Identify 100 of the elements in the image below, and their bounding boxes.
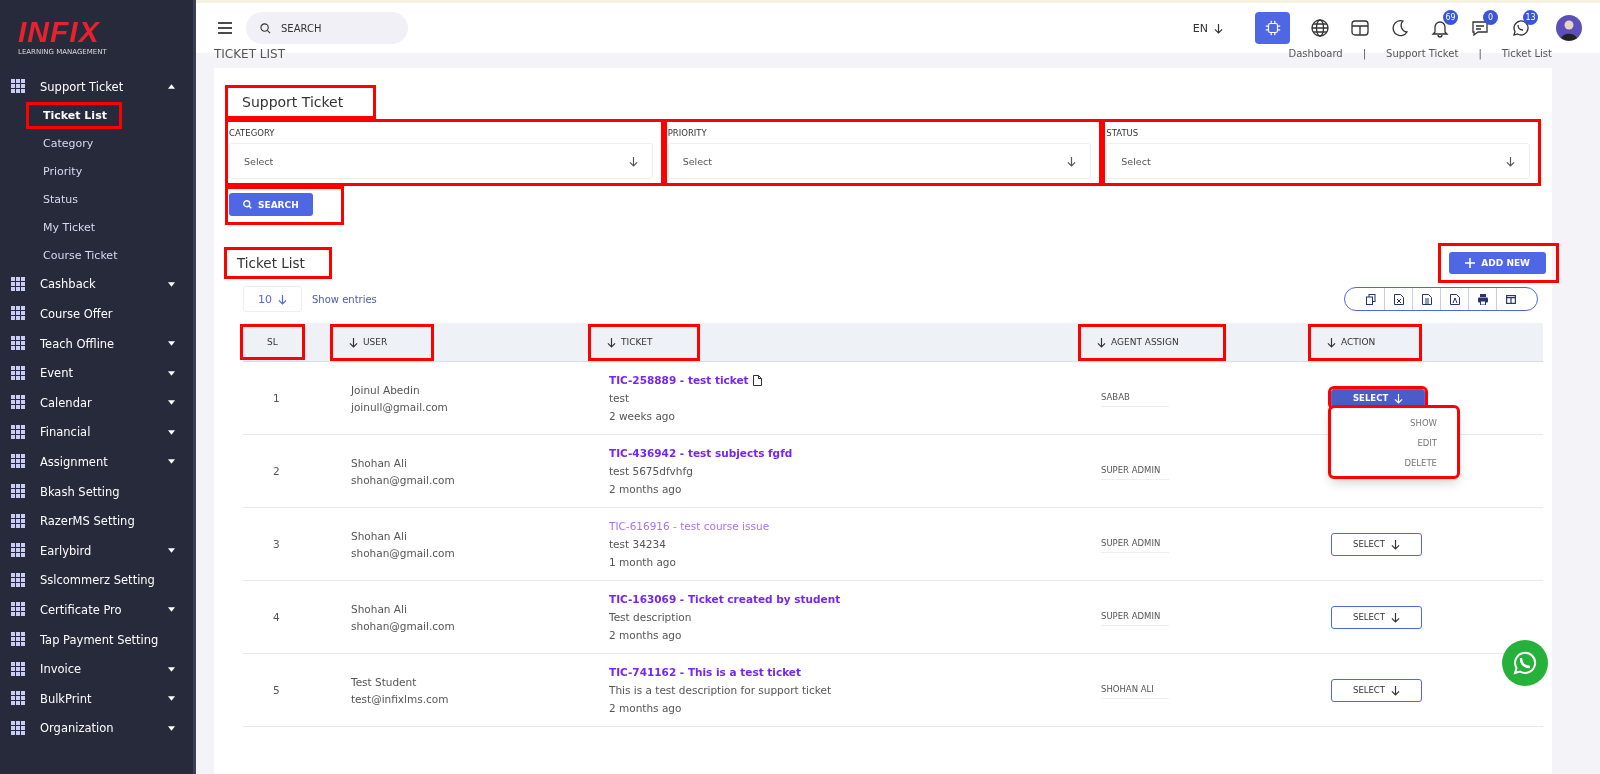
ticket-link[interactable]: TIC-741162 - This is a test ticket — [609, 666, 801, 678]
avatar[interactable] — [1556, 15, 1582, 41]
page-size-select[interactable]: 10 — [243, 286, 302, 312]
show-entries-label: Show entries — [312, 293, 377, 305]
sidebar-item[interactable]: Course Offer — [0, 299, 193, 329]
ticket-link[interactable]: TIC-163069 - Ticket created by student — [609, 593, 841, 605]
select-button[interactable]: SELECT — [1331, 532, 1422, 556]
sidebar-item[interactable]: Sslcommerz Setting — [0, 565, 193, 596]
language-selector[interactable]: EN — [1192, 21, 1223, 35]
section-title: Ticket List — [227, 250, 329, 276]
grid-icon — [11, 79, 26, 95]
arrow-down-icon — [1391, 538, 1400, 550]
breadcrumb-link[interactable]: Ticket List — [1501, 49, 1552, 59]
chat-badge: 13 — [1523, 10, 1538, 25]
ticket-time: 2 months ago — [609, 629, 683, 641]
chat-icon[interactable] — [1470, 18, 1490, 38]
search-button[interactable]: SEARCH — [229, 193, 313, 216]
sidebar-item[interactable]: Certificate Pro — [0, 595, 193, 625]
chip-button[interactable] — [1255, 12, 1290, 44]
menu-item[interactable]: DELETE — [1404, 458, 1437, 468]
arrow-down-icon — [349, 336, 358, 348]
breadcrumb-link[interactable]: Dashboard — [1288, 49, 1343, 59]
sidebar-item[interactable]: Financial — [0, 417, 193, 448]
sidebar-subitem[interactable]: Priority — [43, 161, 83, 183]
sidebar-subitem[interactable]: Category — [43, 133, 94, 155]
whatsapp-icon[interactable] — [1510, 18, 1530, 38]
sidebar-item[interactable]: Calendar — [0, 387, 193, 418]
sidebar-item[interactable]: BulkPrint — [0, 683, 193, 714]
field-label: CATEGORY — [229, 128, 276, 138]
sidebar-item[interactable]: Event — [0, 358, 193, 388]
caret-down-icon — [168, 607, 175, 613]
sidebar-item[interactable]: Assignment — [0, 447, 193, 477]
ticket-link[interactable]: TIC-436942 - test subjects fgfd — [609, 447, 793, 459]
select-field[interactable]: Select — [229, 143, 653, 179]
sidebar-item[interactable]: Support Ticket — [0, 72, 193, 102]
table-cell-text: 1 — [272, 392, 280, 404]
caret-down-icon — [168, 341, 175, 347]
search-icon — [260, 22, 271, 34]
message-badge: 0 — [1483, 10, 1498, 25]
select-button[interactable]: SELECT — [1331, 678, 1422, 702]
menu-icon[interactable] — [218, 22, 232, 34]
moon-icon[interactable] — [1390, 18, 1410, 38]
ticket-description: test 5675dfvhfg — [609, 465, 694, 477]
section-title: Support Ticket — [228, 88, 374, 116]
breadcrumb-separator: | — [1478, 49, 1482, 59]
arrow-down-icon — [1214, 22, 1223, 34]
grid-icon — [11, 484, 26, 500]
ticket-description: test 34234 — [609, 538, 667, 550]
notification-badge: 69 — [1443, 10, 1458, 25]
caret-down-icon — [168, 666, 175, 672]
caret-down-icon — [168, 548, 175, 554]
ticket-link[interactable]: TIC-258889 - test ticket — [609, 374, 749, 386]
search-field[interactable]: SEARCH — [279, 21, 383, 35]
ticket-time: 2 months ago — [609, 702, 683, 714]
breadcrumb-separator: | — [1362, 49, 1367, 59]
search-bar[interactable]: SEARCH — [246, 12, 408, 44]
sidebar-item[interactable]: RazerMS Setting — [0, 506, 193, 536]
sidebar-item[interactable]: Invoice — [0, 654, 193, 684]
whatsapp-button[interactable] — [1502, 640, 1548, 686]
agent-name: SUPER ADMIN — [1101, 464, 1169, 480]
chip-icon — [1263, 19, 1282, 37]
select-field[interactable]: Select — [1106, 143, 1530, 179]
bell-icon[interactable] — [1430, 18, 1450, 38]
menu-item[interactable]: SHOW — [1410, 418, 1437, 428]
ticket-time: 1 month ago — [609, 556, 677, 568]
sidebar-subitem[interactable]: My Ticket — [43, 217, 96, 239]
user-name: Shohan Ali — [351, 529, 408, 542]
sidebar-item[interactable]: Tap Payment Setting — [0, 624, 193, 655]
caret-down-icon — [168, 459, 175, 465]
layout-icon[interactable] — [1350, 18, 1370, 38]
sidebar-item[interactable]: Organization — [0, 713, 193, 744]
sidebar-subitem[interactable]: Course Ticket — [43, 245, 118, 267]
user-email: joinull@gmail.com — [351, 400, 449, 413]
caret-up-icon — [168, 84, 175, 90]
select-field[interactable]: Select — [667, 143, 1092, 179]
user-name: Joinul Abedin — [351, 383, 421, 396]
sidebar-subitem[interactable]: Ticket List — [29, 105, 119, 127]
sidebar-item[interactable]: Cashback — [0, 269, 193, 300]
caret-down-icon — [168, 400, 175, 406]
globe-icon[interactable] — [1310, 18, 1330, 38]
agent-name: SUPER ADMIN — [1101, 610, 1169, 626]
sidebar-item[interactable]: Earlybird — [0, 535, 193, 566]
user-email: shohan@gmail.com — [351, 619, 456, 632]
sidebar-item[interactable]: Teach Offline — [0, 328, 193, 359]
arrow-down-icon — [1327, 336, 1336, 348]
agent-name: SABAB — [1101, 391, 1169, 407]
table-cell-text: 3 — [272, 538, 280, 550]
menu-item[interactable]: EDIT — [1417, 438, 1437, 448]
breadcrumb-link[interactable]: Support Ticket — [1386, 49, 1459, 59]
grid-icon — [11, 572, 26, 588]
grid-icon — [11, 306, 26, 322]
add-new-button[interactable]: ADD NEW — [1449, 252, 1546, 274]
arrow-down-icon — [1506, 155, 1515, 167]
select-button[interactable]: SELECT — [1331, 605, 1422, 629]
sidebar-subitem[interactable]: Status — [43, 189, 79, 211]
grid-icon — [11, 661, 26, 677]
agent-name: SHOHAN ALI — [1101, 683, 1169, 699]
column-header[interactable]: TICKET — [591, 326, 697, 358]
caret-down-icon — [168, 725, 175, 731]
sidebar-item[interactable]: Bkash Setting — [0, 476, 193, 507]
